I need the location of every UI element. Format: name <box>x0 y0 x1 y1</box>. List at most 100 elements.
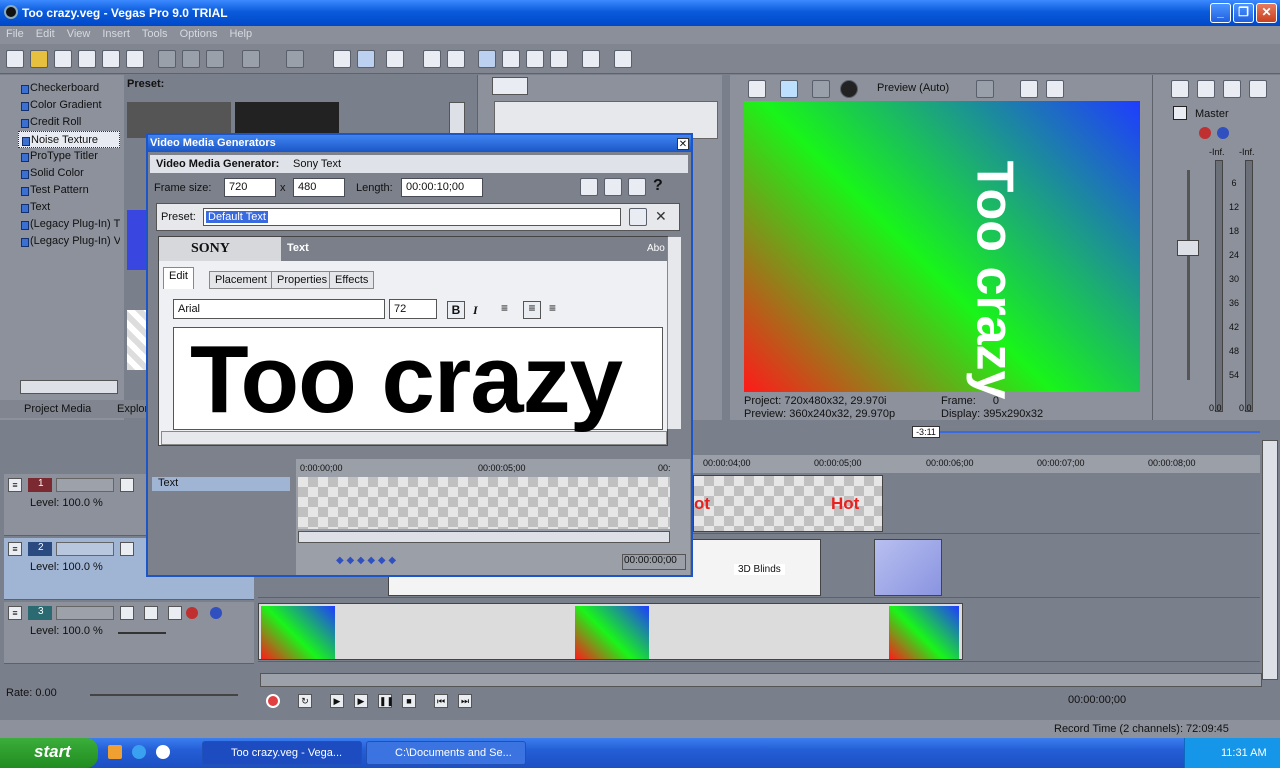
crossfade-icon[interactable] <box>386 50 404 68</box>
italic-button[interactable]: I <box>473 303 478 318</box>
generator-list-scrollbar[interactable] <box>20 380 118 394</box>
menu-edit[interactable]: Edit <box>30 26 61 40</box>
dialog-keyframe-lane[interactable] <box>298 477 670 529</box>
trimmer-dropdown[interactable] <box>492 77 528 95</box>
font-family-select[interactable]: Arial <box>173 299 385 319</box>
mixer-insert-icon[interactable] <box>1171 80 1189 98</box>
taskbar-item-explorer[interactable]: C:\Documents and Se... <box>366 741 526 765</box>
tab-properties[interactable]: Properties <box>271 271 334 289</box>
external-monitor-icon[interactable] <box>780 80 798 98</box>
copy-icon[interactable] <box>182 50 200 68</box>
dialog-help-icon[interactable]: ? <box>653 177 663 195</box>
close-button[interactable]: ✕ <box>1256 3 1277 23</box>
start-button[interactable]: start <box>0 738 98 768</box>
generator-item[interactable]: Checkerboard <box>18 80 120 97</box>
save-snapshot-icon[interactable] <box>1046 80 1064 98</box>
mixer-properties-icon[interactable] <box>1249 80 1267 98</box>
menu-options[interactable]: Options <box>174 26 224 40</box>
new-icon[interactable] <box>6 50 24 68</box>
generator-item[interactable]: ProType Titler <box>18 148 120 165</box>
about-link[interactable]: Abo <box>647 243 665 254</box>
normal-edit-tool-icon[interactable] <box>478 50 496 68</box>
track-name-field[interactable] <box>56 542 114 556</box>
go-to-end-icon[interactable]: ⏭ <box>458 694 472 708</box>
split-screen-icon[interactable] <box>840 80 858 98</box>
menu-tools[interactable]: Tools <box>136 26 174 40</box>
video-clip-gradient-event[interactable] <box>258 603 963 660</box>
zoom-tool-icon[interactable] <box>550 50 568 68</box>
keyframe-nav-icons[interactable]: ◆ ◆ ◆ ◆ ◆ ◆ <box>336 555 396 566</box>
menu-insert[interactable]: Insert <box>96 26 136 40</box>
save-icon[interactable] <box>54 50 72 68</box>
lock-envelopes-icon[interactable] <box>423 50 441 68</box>
video-clip-noise[interactable] <box>874 539 942 596</box>
track-expand-icon[interactable]: ≡ <box>8 478 22 492</box>
go-to-start-icon[interactable]: ⏮ <box>434 694 448 708</box>
preview-quality-dropdown[interactable]: Preview (Auto) <box>877 82 949 94</box>
stop-icon[interactable]: ■ <box>402 694 416 708</box>
tab-edit[interactable]: Edit <box>163 267 194 289</box>
track-fx-icon[interactable] <box>186 607 198 619</box>
loop-icon[interactable]: ↻ <box>298 694 312 708</box>
properties-icon[interactable] <box>126 50 144 68</box>
track-mute-icon[interactable] <box>210 607 222 619</box>
paint-icon[interactable] <box>582 50 600 68</box>
record-icon[interactable] <box>266 694 280 708</box>
align-center-icon[interactable]: ≡ <box>523 301 541 319</box>
save-as-icon[interactable] <box>78 50 96 68</box>
help-pointer-icon[interactable] <box>614 50 632 68</box>
plugin-v-scrollbar[interactable] <box>667 237 681 429</box>
track-motion-icon[interactable] <box>120 606 134 620</box>
copy-snapshot-icon[interactable] <box>1020 80 1038 98</box>
mixer-downmix-icon[interactable] <box>1197 80 1215 98</box>
tab-placement[interactable]: Placement <box>209 271 273 289</box>
snapping-icon[interactable] <box>333 50 351 68</box>
quicklaunch-explorer-icon[interactable] <box>108 745 122 759</box>
menu-view[interactable]: View <box>61 26 97 40</box>
dialog-properties-icon[interactable] <box>580 178 598 196</box>
quicklaunch-ie-icon[interactable] <box>132 745 146 759</box>
envelope-tool-icon[interactable] <box>502 50 520 68</box>
menu-help[interactable]: Help <box>223 26 258 40</box>
track-composite-icon[interactable] <box>168 606 182 620</box>
track-level-slider[interactable] <box>118 632 166 634</box>
video-clip-hot[interactable]: ot Hot <box>693 475 883 532</box>
preset-thumb-checker[interactable] <box>127 310 147 370</box>
generator-item[interactable]: Color Gradient <box>18 97 120 114</box>
font-size-select[interactable]: 72 <box>389 299 437 319</box>
maximize-button[interactable]: ❐ <box>1233 3 1254 23</box>
track-expand-icon[interactable]: ≡ <box>8 606 22 620</box>
align-right-icon[interactable]: ≡ <box>549 301 556 315</box>
tab-explorer[interactable]: Explor <box>117 403 148 415</box>
tab-project-media[interactable]: Project Media <box>24 403 91 415</box>
tab-effects[interactable]: Effects <box>329 271 375 289</box>
plugin-h-scrollbar[interactable] <box>161 431 667 445</box>
bold-button[interactable]: B <box>447 301 465 319</box>
minimize-button[interactable]: _ <box>1210 3 1231 23</box>
master-mute-icon[interactable] <box>1217 127 1229 139</box>
track-name-field[interactable] <box>56 478 114 492</box>
generator-item[interactable]: (Legacy Plug-In) V <box>18 233 120 250</box>
master-fx-icon[interactable] <box>1199 127 1211 139</box>
preset-dropdown[interactable]: Default Text <box>203 208 621 226</box>
dialog-keyframe-scrollbar[interactable] <box>298 531 670 543</box>
track-header-3[interactable]: ≡ 3 Level: 100.0 % <box>4 602 254 664</box>
generator-item[interactable]: Text <box>18 199 120 216</box>
frame-width-input[interactable]: 720 <box>224 178 276 197</box>
preset-thumb-blue[interactable] <box>127 210 147 270</box>
generator-item[interactable]: (Legacy Plug-In) T <box>18 216 120 233</box>
paste-icon[interactable] <box>206 50 224 68</box>
rate-slider[interactable] <box>90 694 238 696</box>
redo-icon[interactable] <box>286 50 304 68</box>
delete-preset-icon[interactable]: ✕ <box>655 208 667 225</box>
align-left-icon[interactable]: ≡ <box>501 301 508 315</box>
selection-tool-icon[interactable] <box>526 50 544 68</box>
taskbar-item-vegas[interactable]: Too crazy.veg - Vega... <box>202 741 362 765</box>
ignore-grouping-icon[interactable] <box>447 50 465 68</box>
dialog-keyframes-icon[interactable] <box>628 178 646 196</box>
auto-ripple-icon[interactable] <box>357 50 375 68</box>
overlays-icon[interactable] <box>976 80 994 98</box>
play-from-start-icon[interactable]: ▶ <box>330 694 344 708</box>
pause-icon[interactable]: ❚❚ <box>378 694 394 708</box>
track-bypass-icon[interactable] <box>144 606 158 620</box>
